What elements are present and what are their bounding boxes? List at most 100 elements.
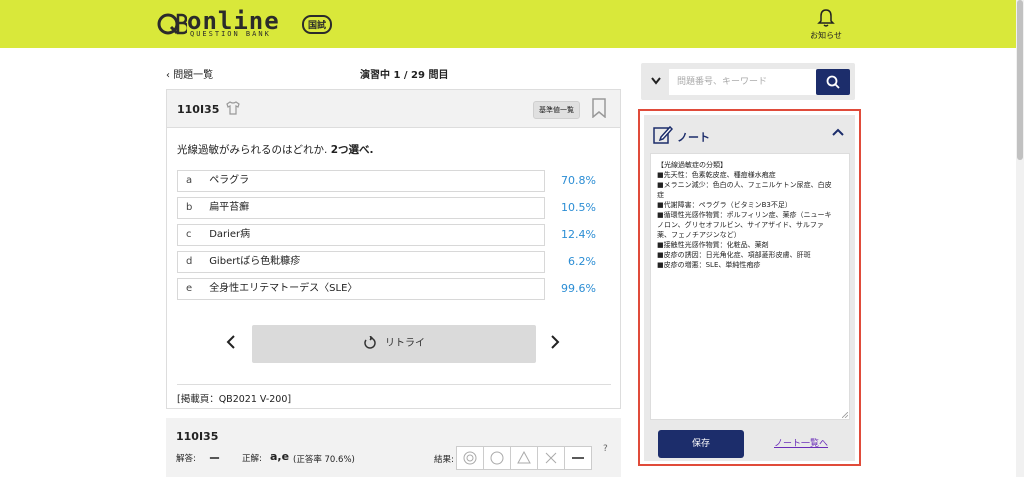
choice-text: 全身性エリテマトーデス〈SLE〉	[209, 283, 358, 294]
answer-row: 解答: ー 正解: a,e (正答率 70.6%) 結果: ?	[176, 444, 616, 472]
note-line: 薬、フェノチアジンなど）	[657, 231, 741, 239]
progress-title: 演習中 1 / 29 問目	[360, 70, 449, 81]
bell-icon	[817, 9, 835, 27]
choice-percentage: 99.6%	[561, 282, 596, 295]
result-double-circle[interactable]	[456, 446, 484, 470]
notification-button[interactable]: お知らせ	[806, 8, 846, 44]
choice-letter: e	[186, 283, 193, 294]
result-cross[interactable]	[537, 446, 565, 470]
note-panel-body: ノート 【光線過敏症の分類】 ■先天性：色素乾皮症、種痘様水疱症 ■メラニン減少…	[644, 115, 855, 461]
save-note-button[interactable]: 保存	[658, 430, 744, 458]
result-triangle[interactable]	[510, 446, 538, 470]
your-answer-value: ー	[209, 452, 220, 465]
choice-d[interactable]: d Gibertばら色粃糠疹 6.2%	[177, 251, 612, 273]
resize-grip-icon[interactable]	[842, 412, 848, 418]
note-line: 【光線過敏症の分類】	[657, 161, 727, 169]
logo-badge: 国試	[302, 15, 333, 34]
choice-box[interactable]: b 扁平苔癬	[177, 197, 545, 219]
note-panel: ノート 【光線過敏症の分類】 ■先天性：色素乾皮症、種痘様水疱症 ■メラニン減少…	[638, 109, 861, 466]
notification-label: お知らせ	[810, 31, 842, 40]
question-card: 110I35 基準値一覧 光線過敏がみられるのはどれか. 2つ選べ. a ペラグ…	[166, 89, 621, 409]
question-card-header: 110I35 基準値一覧	[167, 90, 620, 128]
note-line: 症	[657, 191, 664, 199]
choice-c[interactable]: c Darier病 12.4%	[177, 224, 612, 246]
search-bar	[641, 63, 855, 100]
result-selector	[456, 446, 592, 470]
result-dash[interactable]	[564, 446, 592, 470]
choice-letter: d	[186, 256, 193, 267]
chevron-down-icon[interactable]	[651, 77, 661, 85]
scrollbar-thumb[interactable]	[1017, 0, 1023, 160]
retry-button[interactable]: リトライ	[252, 325, 536, 363]
triangle-icon	[517, 451, 531, 464]
note-header: ノート	[644, 115, 855, 151]
back-to-question-list-link[interactable]: ‹ 問題一覧	[166, 66, 213, 81]
shirt-icon[interactable]	[225, 100, 241, 116]
dash-icon	[572, 457, 584, 459]
your-answer-label: 解答:	[176, 454, 196, 464]
chevron-right-icon	[551, 335, 560, 349]
correct-rate: (正答率 70.6%)	[293, 455, 355, 465]
chevron-up-icon[interactable]	[832, 128, 844, 136]
choice-text: ペラグラ	[209, 175, 250, 186]
qb-logo-mark-icon	[157, 13, 187, 35]
choice-letter: c	[186, 229, 192, 240]
app-header: online 国試 QUESTION BANK お知らせ	[0, 0, 1016, 48]
cross-icon	[545, 452, 557, 464]
result-circle[interactable]	[483, 446, 511, 470]
question-select-count: 2つ選べ.	[330, 144, 374, 156]
note-title: ノート	[677, 131, 710, 144]
choice-box[interactable]: c Darier病	[177, 224, 545, 246]
choice-box[interactable]: a ペラグラ	[177, 170, 545, 192]
page-scrollbar[interactable]	[1016, 0, 1024, 477]
choice-box[interactable]: d Gibertばら色粃糠疹	[177, 251, 545, 273]
answer-card: 110I35 解答: ー 正解: a,e (正答率 70.6%) 結果: ?	[166, 418, 621, 477]
source-reference: [掲載頁：QB2021 V-200]	[177, 394, 292, 405]
divider	[177, 384, 611, 385]
note-line: ■メラニン減少：色白の人、フェニルケトン尿症、白皮	[657, 181, 832, 189]
choice-percentage: 70.8%	[561, 174, 596, 187]
search-input[interactable]	[669, 69, 816, 95]
double-circle-icon	[463, 451, 477, 465]
note-line: ■接触性光感作物質：化粧品、薬剤	[657, 241, 769, 249]
chevron-left-icon	[226, 335, 235, 349]
choice-e[interactable]: e 全身性エリテマトーデス〈SLE〉 99.6%	[177, 278, 612, 300]
question-stem: 光線過敏がみられるのはどれか.	[177, 144, 328, 156]
search-icon	[826, 75, 840, 89]
edit-note-icon	[653, 125, 673, 144]
choice-box[interactable]: e 全身性エリテマトーデス〈SLE〉	[177, 278, 545, 300]
question-text: 光線過敏がみられるのはどれか. 2つ選べ.	[177, 142, 373, 157]
choice-percentage: 10.5%	[561, 201, 596, 214]
choice-text: Darier病	[209, 229, 251, 240]
choice-percentage: 6.2%	[568, 255, 596, 268]
note-line: ■先天性：色素乾皮症、種痘様水疱症	[657, 171, 776, 179]
next-question-button[interactable]	[549, 334, 561, 355]
note-line: ■皮疹の増悪：SLE、単純性疱疹	[657, 261, 761, 269]
note-line: ノロン、グリセオフルビン、サイアザイド、サルファ	[657, 221, 824, 229]
circle-icon	[490, 451, 504, 465]
question-id: 110I35	[177, 103, 220, 116]
reference-values-button[interactable]: 基準値一覧	[533, 101, 580, 119]
help-icon[interactable]: ?	[603, 444, 608, 454]
previous-question-button[interactable]	[225, 334, 237, 355]
search-button[interactable]	[816, 69, 850, 95]
back-link-label: 問題一覧	[173, 70, 214, 81]
retry-icon	[364, 335, 376, 349]
choice-letter: a	[186, 175, 193, 186]
choice-text: 扁平苔癬	[209, 202, 250, 213]
choice-list: a ペラグラ 70.8% b 扁平苔癬 10.5% c Darier病 12.4…	[177, 170, 612, 305]
choice-text: Gibertばら色粃糠疹	[209, 256, 301, 267]
note-line: ■代謝障害：ペラグラ（ビタミンB3不足）	[657, 201, 792, 209]
qb-online-logo[interactable]: online 国試 QUESTION BANK	[157, 7, 337, 41]
note-list-link[interactable]: ノート一覧へ	[774, 436, 828, 449]
choice-b[interactable]: b 扁平苔癬 10.5%	[177, 197, 612, 219]
note-textarea[interactable]: 【光線過敏症の分類】 ■先天性：色素乾皮症、種痘様水疱症 ■メラニン減少：色白の…	[650, 153, 850, 420]
logo-subtitle: QUESTION BANK	[190, 30, 271, 38]
note-line: ■循環性光感作物質：ポルフィリン症、薬疹（ニューキ	[657, 211, 832, 219]
correct-answer-label: 正解:	[242, 454, 262, 464]
note-line: ■皮疹の誘因：日光角化症、項部菱形皮膚、肝斑	[657, 251, 811, 259]
choice-a[interactable]: a ペラグラ 70.8%	[177, 170, 612, 192]
choice-letter: b	[186, 202, 193, 213]
correct-answer-value: a,e	[270, 450, 290, 463]
bookmark-icon[interactable]	[591, 98, 607, 118]
